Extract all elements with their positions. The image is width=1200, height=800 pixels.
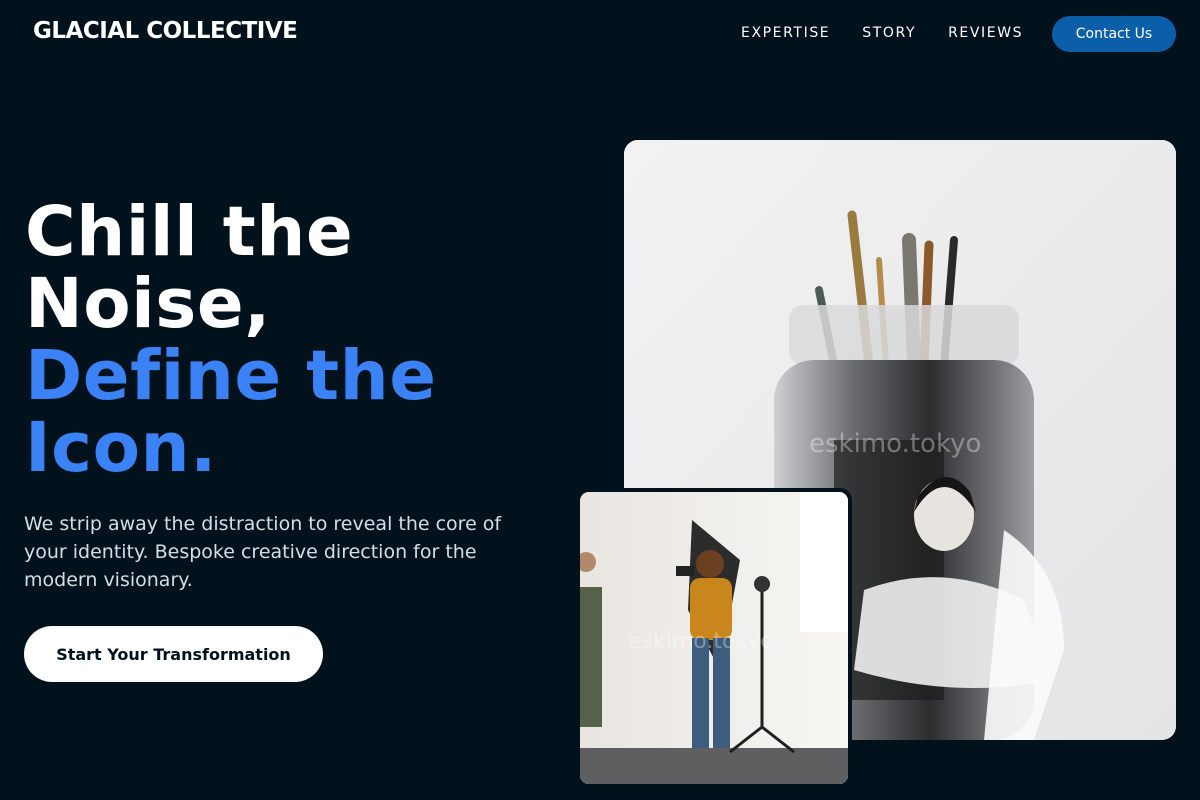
headline-line-2: Noise, [25, 264, 271, 344]
brand-logo[interactable]: GLACIAL COLLECTIVE [33, 18, 298, 44]
contact-us-button[interactable]: Contact Us [1052, 16, 1176, 52]
headline-line-4: Icon. [25, 408, 217, 488]
hero-headline: Chill the Noise, Define the Icon. [25, 196, 437, 484]
small-image-watermark: eskimo.tokyo [628, 629, 774, 654]
headline-line-1: Chill the [25, 192, 354, 272]
photographer-image-card: eskimo.tokyo [576, 488, 852, 788]
main-nav: EXPERTISE STORY REVIEWS [741, 25, 1056, 41]
hero-subtext: We strip away the distraction to reveal … [24, 513, 502, 591]
start-transformation-button[interactable]: Start Your Transformation [24, 626, 323, 682]
page: GLACIAL COLLECTIVE EXPERTISE STORY REVIE… [0, 0, 1200, 800]
nav-link-reviews[interactable]: REVIEWS [948, 25, 1023, 41]
photographer-image: eskimo.tokyo [580, 492, 848, 784]
headline-line-3: Define the [25, 336, 437, 416]
main-image-watermark: eskimo.tokyo [809, 429, 981, 459]
nav-link-story[interactable]: STORY [862, 25, 916, 41]
nav-link-expertise[interactable]: EXPERTISE [741, 25, 830, 41]
